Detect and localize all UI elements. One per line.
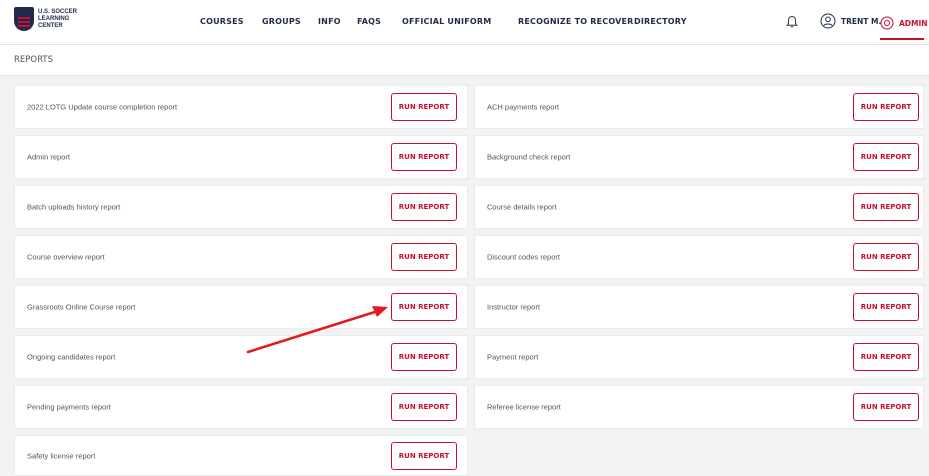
report-label: ACH payments report — [487, 102, 560, 112]
report-label: Background check report — [487, 152, 571, 162]
run-report-button[interactable]: RUN REPORT — [391, 441, 457, 470]
admin-tab[interactable]: ADMIN — [880, 13, 928, 33]
nav-official-uniform[interactable]: OFFICIAL UNIFORM — [402, 17, 491, 26]
report-card: 2022 LOTG Update course completion repor… — [14, 85, 468, 129]
run-report-button[interactable]: RUN REPORT — [853, 143, 919, 171]
report-card: Course details report RUN REPORT — [474, 185, 924, 229]
report-card: Grassroots Online Course report RUN REPO… — [14, 285, 468, 329]
report-card: ACH payments report RUN REPORT — [474, 85, 924, 129]
user-avatar-icon — [820, 13, 836, 29]
page-title: REPORTS — [14, 55, 53, 65]
report-label: Batch uploads history report — [27, 202, 121, 212]
nav-courses[interactable]: COURSES — [200, 17, 244, 26]
us-soccer-crest-icon — [14, 7, 34, 31]
run-report-button[interactable]: RUN REPORT — [391, 143, 457, 171]
report-card: Safety license report RUN REPORT — [14, 435, 468, 476]
report-label: 2022 LOTG Update course completion repor… — [27, 102, 178, 112]
run-report-button[interactable]: RUN REPORT — [853, 93, 919, 121]
nav-groups[interactable]: GROUPS — [262, 17, 301, 26]
logo-line-3: CENTER — [38, 23, 63, 29]
nav-directory[interactable]: DIRECTORY — [634, 17, 687, 26]
notification-bell-icon[interactable] — [785, 15, 799, 29]
report-card: Pending payments report RUN REPORT — [14, 385, 468, 429]
report-label: Grassroots Online Course report — [27, 302, 136, 312]
admin-active-indicator — [880, 38, 924, 40]
user-name: TRENT M. — [841, 16, 882, 26]
report-label: Course overview report — [27, 252, 105, 262]
nav-info[interactable]: INFO — [318, 17, 341, 26]
report-label: Course details report — [487, 202, 557, 212]
report-label: Instructor report — [487, 302, 540, 312]
page-header-bar — [0, 45, 929, 76]
report-label: Pending payments report — [27, 402, 111, 412]
run-report-button[interactable]: RUN REPORT — [391, 293, 457, 321]
run-report-button[interactable]: RUN REPORT — [853, 243, 919, 271]
logo-line-1: U.S. SOCCER — [38, 9, 78, 15]
report-card: Course overview report RUN REPORT — [14, 235, 468, 279]
top-navigation-bar: U.S. SOCCER LEARNING CENTER COURSES GROU… — [0, 0, 929, 45]
report-card: Discount codes report RUN REPORT — [474, 235, 924, 279]
run-report-button[interactable]: RUN REPORT — [391, 243, 457, 271]
nav-faqs[interactable]: FAQS — [357, 17, 381, 26]
report-card: Batch uploads history report RUN REPORT — [14, 185, 468, 229]
run-report-button[interactable]: RUN REPORT — [853, 193, 919, 221]
run-report-button[interactable]: RUN REPORT — [853, 343, 919, 371]
report-card: Instructor report RUN REPORT — [474, 285, 924, 329]
run-report-button[interactable]: RUN REPORT — [391, 93, 457, 121]
report-label: Discount codes report — [487, 252, 560, 262]
report-card: Admin report RUN REPORT — [14, 135, 468, 179]
report-label: Admin report — [27, 152, 70, 162]
run-report-button[interactable]: RUN REPORT — [391, 393, 457, 421]
run-report-button[interactable]: RUN REPORT — [391, 343, 457, 371]
report-label: Ongoing candidates report — [27, 352, 116, 362]
run-report-button[interactable]: RUN REPORT — [391, 193, 457, 221]
report-label: Payment report — [487, 352, 539, 362]
report-card: Ongoing candidates report RUN REPORT — [14, 335, 468, 379]
logo-text: U.S. SOCCER LEARNING CENTER — [38, 9, 78, 30]
admin-target-icon — [880, 16, 894, 30]
admin-label: ADMIN — [899, 18, 928, 28]
run-report-button[interactable]: RUN REPORT — [853, 393, 919, 421]
user-menu[interactable]: TRENT M. — [820, 13, 881, 29]
us-soccer-logo[interactable]: U.S. SOCCER LEARNING CENTER — [14, 7, 80, 35]
report-card: Payment report RUN REPORT — [474, 335, 924, 379]
report-label: Safety license report — [27, 451, 96, 460]
run-report-button[interactable]: RUN REPORT — [853, 293, 919, 321]
report-label: Referee license report — [487, 402, 561, 412]
nav-recognize-to-recover[interactable]: RECOGNIZE TO RECOVER — [518, 17, 634, 26]
logo-line-2: LEARNING — [38, 16, 70, 22]
report-card: Referee license report RUN REPORT — [474, 385, 924, 429]
report-card: Background check report RUN REPORT — [474, 135, 924, 179]
